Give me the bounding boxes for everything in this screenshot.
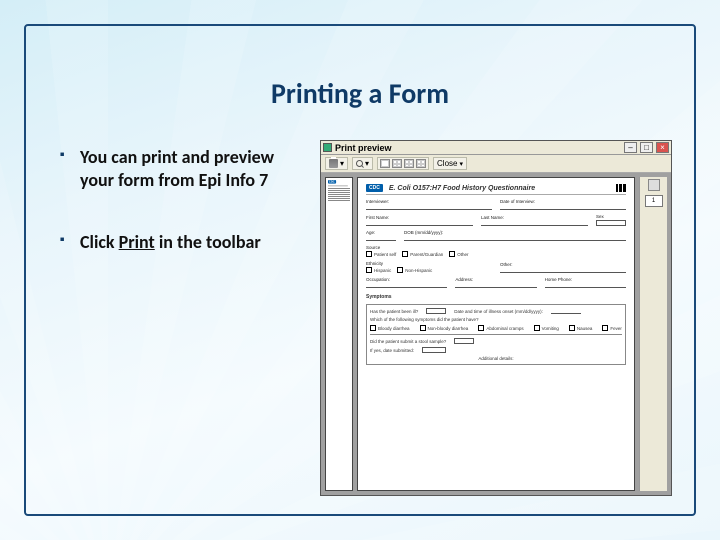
page-thumbnail[interactable]: CDC [325,177,353,491]
chk-sym-5[interactable]: Fever [602,325,622,331]
bullet-item: Click Print in the toolbar [60,231,300,254]
q-which: Which of the following symptoms did the … [370,317,622,322]
label-date: Date of Interview: [500,199,626,204]
input-firstname[interactable] [366,221,473,226]
input-address[interactable] [455,283,536,288]
label-dob: DOB (mm/dd/yyyy): [404,230,626,235]
form-title: E. Coli O157:H7 Food History Questionnai… [389,185,610,192]
q-stool-date: If yes, date submitted: [370,348,414,353]
input-lastname[interactable] [481,221,588,226]
input-other[interactable] [500,268,626,273]
minimize-button[interactable]: – [624,142,637,153]
q-ill: Has the patient been ill? [370,309,418,314]
label-occupation: Occupation: [366,277,447,282]
section-symptoms: Has the patient been ill? Date and time … [366,304,626,365]
chk-source-0[interactable]: Patient self [366,251,396,257]
preview-toolbar: ▾ ▾ Close [321,155,671,173]
section-symptoms-label: Symptoms [366,294,626,300]
barcode-icon [616,184,626,192]
input-date[interactable] [500,205,626,210]
input-onset[interactable] [551,309,581,314]
label-other: Other: [500,262,626,267]
q-onset: Date and time of illness onset (mm/dd/yy… [454,309,543,314]
bullet-text: You can print and preview your form from… [80,146,274,191]
slide-title: Printing a Form [0,76,720,111]
four-page-button[interactable] [404,159,414,168]
select-sex[interactable] [596,220,626,226]
section-footer: Additional details: [370,356,622,361]
page-main: CDC E. Coli O157:H7 Food History Questio… [357,177,635,491]
q-stool: Did the patient submit a stool sample? [370,339,446,344]
close-button[interactable]: × [656,142,669,153]
chk-sym-0[interactable]: Bloody diarrhea [370,325,410,331]
input-age[interactable] [366,236,396,241]
sidepanel-icon[interactable] [648,179,660,191]
print-preview-window: Print preview – □ × ▾ ▾ Close CDC CDC E.… [320,140,672,496]
label-interviewer: Interviewer: [366,199,492,204]
chk-eth-0[interactable]: Hispanic [366,267,391,273]
preview-canvas[interactable]: CDC CDC E. Coli O157:H7 Food History Que… [321,173,671,495]
label-lastname: Last Name: [481,215,588,220]
label-phone: Home Phone: [545,277,626,282]
one-page-button[interactable] [380,159,390,168]
input-interviewer[interactable] [366,205,492,210]
print-icon [329,159,338,168]
label-firstname: First Name: [366,215,473,220]
page-layout-group [377,157,429,170]
preview-sidepanel: 1 [639,177,667,491]
bullet-list: You can print and preview your form from… [60,146,300,292]
chk-source-2[interactable]: Other [449,251,468,257]
zoom-button[interactable]: ▾ [352,157,373,170]
label-address: Address: [455,277,536,282]
chk-sym-1[interactable]: Non-bloody diarrhea [420,325,469,331]
cdc-logo: CDC [366,184,383,192]
chk-eth-1[interactable]: Non-Hispanic [397,267,432,273]
chk-sym-2[interactable]: Abdominal cramps [478,325,523,331]
input-dob[interactable] [404,236,626,241]
bullet-text: in the toolbar [155,231,261,253]
chk-sym-3[interactable]: Vomiting [534,325,559,331]
six-page-button[interactable] [416,159,426,168]
two-page-button[interactable] [392,159,402,168]
label-sex: Sex [596,214,626,219]
chk-source-1[interactable]: Parent/Guardian [402,251,443,257]
close-preview-button[interactable]: Close [433,157,467,170]
input-phone[interactable] [545,283,626,288]
form-header: CDC E. Coli O157:H7 Food History Questio… [366,184,626,195]
page-number-box[interactable]: 1 [645,195,663,207]
bullet-item: You can print and preview your form from… [60,146,300,193]
input-occupation[interactable] [366,283,447,288]
bullet-text: Click [80,231,119,253]
select-stool[interactable] [454,338,474,344]
magnifier-icon [356,160,363,167]
window-title: Print preview [335,143,392,153]
print-button[interactable]: ▾ [325,157,348,170]
app-icon [323,143,332,152]
window-titlebar[interactable]: Print preview – □ × [321,141,671,155]
label-age: Age: [366,230,396,235]
bullet-underline: Print [119,231,155,253]
label-ethnicity: Ethnicity [366,261,492,266]
select-ill[interactable] [426,308,446,314]
chk-sym-4[interactable]: Nausea [569,325,593,331]
input-stool-date[interactable] [422,347,446,353]
label-source: Source [366,245,626,250]
maximize-button[interactable]: □ [640,142,653,153]
